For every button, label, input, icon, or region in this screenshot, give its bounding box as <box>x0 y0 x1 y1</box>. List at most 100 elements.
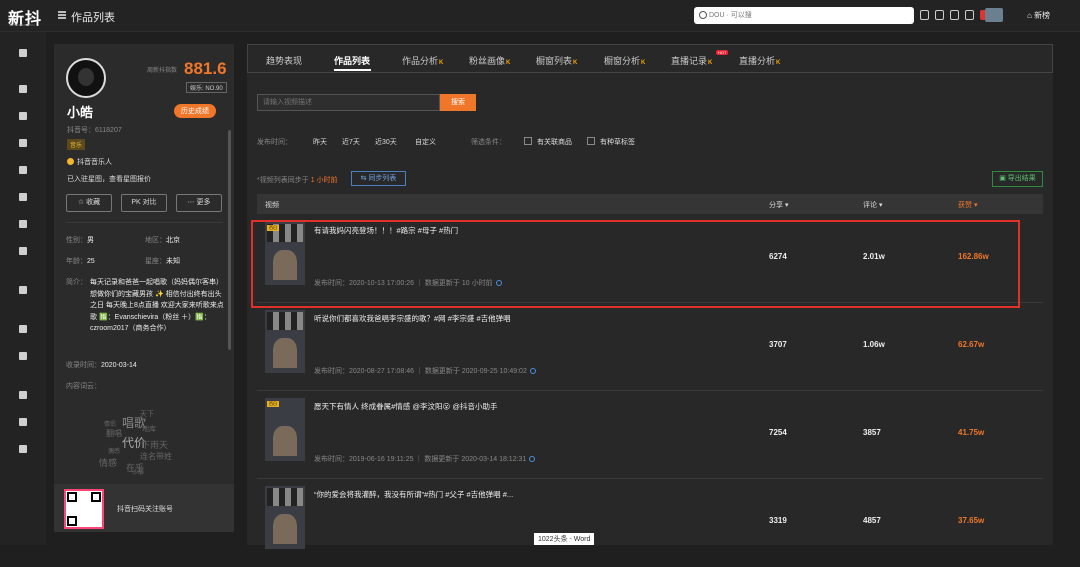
bio: 简介： 每天记录和爸爸一起唱歌（妈妈偶尔客串）想做你们的宝藏男孩 ✨ 相信付出终有… <box>66 277 226 335</box>
bio-key: 简介： <box>66 279 87 286</box>
xingtu-link[interactable]: 已入驻星图，查看星图报价 <box>67 174 151 184</box>
cloud-word: 情侣 <box>104 422 117 428</box>
time-custom[interactable]: 自定义 <box>415 137 436 147</box>
checkbox-grass[interactable] <box>587 137 595 145</box>
cloud-word: 偶感 <box>108 449 121 455</box>
phone-icon[interactable] <box>920 10 929 20</box>
verified-icon <box>67 158 74 165</box>
video-search-button[interactable]: 搜索 <box>440 94 476 111</box>
star-icon[interactable] <box>19 325 27 333</box>
headset-icon[interactable] <box>965 10 974 20</box>
tab-live-records[interactable]: 直播记录K <box>671 54 712 67</box>
more-button[interactable]: ⋯ 更多 <box>176 194 222 212</box>
tab-bar: 趋势表现 作品列表 作品分析K 粉丝画像K 橱窗列表K 橱窗分析K 直播记录K … <box>247 44 1053 73</box>
side-nav <box>0 32 46 545</box>
video-search-input[interactable] <box>258 95 439 110</box>
profile-name: 小皓 <box>67 105 94 120</box>
compare-button[interactable]: PK 对比 <box>121 194 167 212</box>
region-field: 地区：北京 <box>145 235 180 245</box>
tab-works[interactable]: 作品列表 <box>334 54 372 71</box>
col-share[interactable]: 分享 ▾ <box>769 200 788 210</box>
global-search[interactable] <box>694 7 914 24</box>
diamond-icon[interactable] <box>19 220 27 228</box>
video-time: 发布时间：2020-08-27 17:08:46 ｜ 数据更新于 2020-09… <box>314 366 536 376</box>
table-row[interactable]: 听说你们都喜欢我爸唱李宗盛的歌？#网 #李宗盛 #吉他弹唱 发布时间：2020-… <box>257 303 1043 391</box>
index-value: 881.6 <box>184 59 227 78</box>
constellation-value: 未知 <box>166 258 180 265</box>
time-30d[interactable]: 近30天 <box>375 137 397 147</box>
time-7d[interactable]: 近7天 <box>342 137 360 147</box>
douyin-nav-icon[interactable] <box>19 85 27 93</box>
video-thumbnail[interactable]: 百日 <box>265 398 305 461</box>
refresh-icon[interactable] <box>19 286 27 294</box>
grid-icon[interactable] <box>19 139 27 147</box>
sync-button[interactable]: ⇆ 同步列表 <box>351 171 406 186</box>
tab-window-analysis[interactable]: 橱窗分析K <box>604 54 645 67</box>
sync-note: *视频列表同步于 1 小时前 <box>257 175 338 185</box>
douyin-icon[interactable] <box>935 10 944 20</box>
tab-window-list[interactable]: 橱窗列表K <box>536 54 577 67</box>
gender-field: 性别：男 <box>66 235 94 245</box>
qr-section: 抖音扫码关注账号 <box>54 484 234 532</box>
gender-value: 男 <box>87 237 94 244</box>
constellation-key: 星座： <box>145 258 166 265</box>
table-row[interactable]: “你的爱会将我灌醉，我没有所谓”#热门 #父子 #吉他弹唱 #... 3319 … <box>257 479 1043 567</box>
profile-scrollbar[interactable] <box>228 130 231 350</box>
tab-live-analysis[interactable]: 直播分析K <box>739 54 780 67</box>
video-title[interactable]: 愿天下有情人 终成眷属#情感 @李汶阳😮 @抖音小助手 <box>314 401 614 412</box>
refresh-icon[interactable] <box>529 456 536 462</box>
time-yesterday[interactable]: 昨天 <box>313 137 327 147</box>
present-icon[interactable] <box>19 445 27 453</box>
tab-trend[interactable]: 趋势表现 <box>266 54 303 67</box>
table-row[interactable]: 百日 愿天下有情人 终成眷属#情感 @李汶阳😮 @抖音小助手 发布时间：2019… <box>257 391 1043 479</box>
menu-icon[interactable] <box>58 11 66 19</box>
comment-count: 1.06w <box>863 340 885 349</box>
video-thumbnail[interactable] <box>265 310 305 373</box>
like-count: 62.67w <box>958 340 985 349</box>
taskbar-tooltip: 1022头条 - Word <box>534 533 595 545</box>
cond-grass[interactable]: 有种草标签 <box>600 137 635 147</box>
person-icon[interactable] <box>19 391 27 399</box>
cloud-word: 情感 <box>99 458 118 468</box>
index-label: 周新抖指数 <box>147 68 178 74</box>
location-icon[interactable] <box>19 166 27 174</box>
video-icon[interactable] <box>19 247 27 255</box>
checkbox-product[interactable] <box>524 137 532 145</box>
video-time: 发布时间：2019-06-16 19:11:25 ｜ 数据更新于 2020-03… <box>314 454 536 464</box>
region-key: 地区： <box>145 237 166 244</box>
share-count: 7254 <box>769 428 787 437</box>
video-title[interactable]: 听说你们都喜欢我爸唱李宗盛的歌？#网 #李宗盛 #吉他弹唱 <box>314 313 614 324</box>
crown-icon[interactable] <box>19 418 27 426</box>
col-like[interactable]: 获赞 ▾ <box>958 200 977 210</box>
table-header: 视频 分享 ▾ 评论 ▾ 获赞 ▾ <box>257 194 1043 214</box>
collect-field: 收录时间：2020-03-14 <box>66 360 137 370</box>
tab-fans[interactable]: 粉丝画像K <box>469 54 510 67</box>
video-search[interactable] <box>257 94 440 111</box>
word-cloud: 唱歌 代价 下雨天 连名带姓 情感 在乎 偶感 翻唱 地库 天下 情侣 沙雕 <box>94 404 204 479</box>
home-icon[interactable] <box>19 49 27 57</box>
comment-count: 3857 <box>863 428 881 437</box>
export-button[interactable]: ▣ 导出结果 <box>992 171 1043 187</box>
chat-icon[interactable] <box>19 352 27 360</box>
refresh-icon[interactable] <box>529 368 536 374</box>
users-icon[interactable] <box>19 112 27 120</box>
hot-badge: HOT <box>716 50 729 55</box>
user-avatar[interactable] <box>985 8 1003 22</box>
category-tag: 音乐 <box>67 139 86 150</box>
col-video: 视频 <box>265 202 279 209</box>
video-thumbnail[interactable] <box>265 486 305 549</box>
favorite-button[interactable]: ☆ 收藏 <box>66 194 112 212</box>
home-link[interactable]: ⌂ 新榜 <box>1027 10 1050 21</box>
constellation-field: 星座：未知 <box>145 256 180 266</box>
bag-icon[interactable] <box>19 193 27 201</box>
sync-note-time: 1 小时前 <box>310 177 338 184</box>
video-title[interactable]: “你的爱会将我灌醉，我没有所谓”#热门 #父子 #吉他弹唱 #... <box>314 489 614 500</box>
cloud-word: 地库 <box>142 426 156 433</box>
tiktok-icon[interactable] <box>950 10 959 20</box>
history-button[interactable]: 历史成绩 <box>174 104 216 118</box>
cond-product[interactable]: 有关联商品 <box>537 137 572 147</box>
search-input[interactable] <box>709 9 899 21</box>
tab-work-analysis[interactable]: 作品分析K <box>402 54 443 67</box>
verify-text: 抖音音乐人 <box>77 159 112 166</box>
col-comment[interactable]: 评论 ▾ <box>863 200 882 210</box>
